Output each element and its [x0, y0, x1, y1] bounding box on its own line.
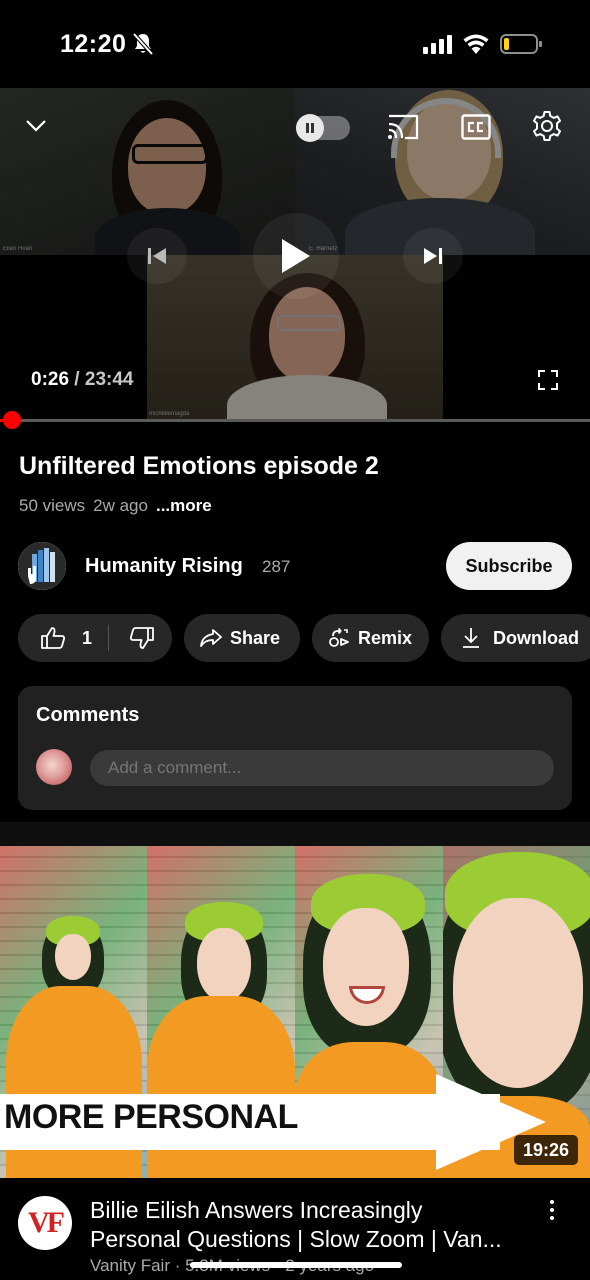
autoplay-toggle[interactable] — [296, 114, 350, 142]
more-link[interactable]: ...more — [156, 496, 212, 515]
remix-icon — [329, 627, 349, 647]
closed-captions-icon — [461, 114, 491, 140]
cast-button[interactable] — [386, 112, 420, 142]
previous-icon — [148, 248, 166, 264]
recommended-thumbnail[interactable]: MORE PERSONAL 19:26 — [0, 846, 590, 1178]
cast-icon — [388, 114, 419, 140]
scrubber-handle[interactable] — [3, 411, 21, 429]
recommended-title-line: Personal Questions | Slow Zoom | Van... — [90, 1226, 502, 1252]
subscribe-button[interactable]: Subscribe — [446, 542, 572, 590]
recommended-title-line: Billie Eilish Answers Increasingly — [90, 1197, 423, 1223]
dislike-button[interactable] — [109, 614, 155, 662]
next-video-button[interactable] — [403, 228, 463, 284]
humanity-rising-logo-icon — [18, 542, 66, 590]
bell-slash-icon — [132, 32, 154, 56]
time-separator: / — [69, 369, 85, 390]
comments-card[interactable]: Comments — [18, 686, 572, 810]
video-title: Unfiltered Emotions episode 2 — [19, 452, 379, 480]
section-separator — [0, 822, 590, 846]
fullscreen-button[interactable] — [536, 368, 560, 392]
captions-button[interactable] — [460, 113, 492, 141]
battery-low-icon — [500, 34, 542, 54]
play-button[interactable] — [253, 213, 339, 299]
add-comment-input[interactable] — [90, 750, 554, 786]
share-icon — [200, 629, 222, 647]
duration-badge: 19:26 — [514, 1135, 578, 1165]
home-indicator[interactable] — [190, 1262, 402, 1268]
current-time: 0:26 — [31, 369, 70, 390]
channel-logo[interactable]: VF — [18, 1196, 72, 1250]
remix-label: Remix — [358, 627, 413, 648]
cellular-signal-icon — [423, 35, 452, 54]
remix-button[interactable]: Remix — [312, 614, 429, 662]
video-duration: 23:44 — [84, 369, 134, 390]
minimize-player-button[interactable] — [22, 112, 50, 140]
chevron-down-icon — [26, 120, 46, 132]
channel-avatar[interactable] — [18, 542, 66, 590]
thumbs-up-icon — [41, 627, 65, 649]
user-avatar — [36, 749, 72, 785]
like-dislike-pill: 1 — [18, 614, 172, 662]
more-options-button[interactable] — [543, 1198, 561, 1222]
video-meta[interactable]: 50 views 2w ago ...more — [19, 496, 212, 516]
recommended-title[interactable]: Billie Eilish Answers Increasingly Perso… — [90, 1196, 530, 1254]
fullscreen-icon — [538, 370, 558, 390]
share-button[interactable]: Share — [184, 614, 300, 662]
play-icon — [282, 239, 310, 273]
thumbs-down-icon — [130, 627, 154, 649]
previous-video-button[interactable] — [127, 228, 187, 284]
next-icon — [424, 248, 442, 264]
share-label: Share — [230, 627, 281, 648]
view-count: 50 views — [19, 496, 86, 515]
thumbnail-caption: MORE PERSONAL — [4, 1098, 298, 1136]
settings-button[interactable] — [531, 110, 563, 142]
settings-gear-icon — [533, 111, 561, 141]
pause-icon — [296, 114, 324, 142]
like-button[interactable]: 1 — [18, 614, 108, 662]
download-button[interactable]: Download — [441, 614, 590, 662]
comments-title: Comments — [36, 704, 140, 726]
status-time: 12:20 — [60, 30, 127, 58]
more-vertical-icon — [550, 1200, 554, 1220]
subscriber-count: 287 — [262, 557, 291, 576]
progress-bar[interactable] — [0, 411, 590, 429]
status-bar: 12:20 — [0, 0, 590, 88]
time-display: 0:26 / 23:44 — [31, 369, 133, 391]
download-label: Download — [493, 627, 579, 648]
upload-age: 2w ago — [93, 496, 148, 515]
video-player[interactable]: Ellen Hoan E. Harnetz michellemagda 0:26… — [0, 88, 590, 420]
channel-name[interactable]: Humanity Rising — [85, 555, 243, 578]
like-count: 1 — [82, 627, 93, 648]
wifi-icon — [463, 34, 489, 54]
download-icon — [463, 628, 479, 648]
